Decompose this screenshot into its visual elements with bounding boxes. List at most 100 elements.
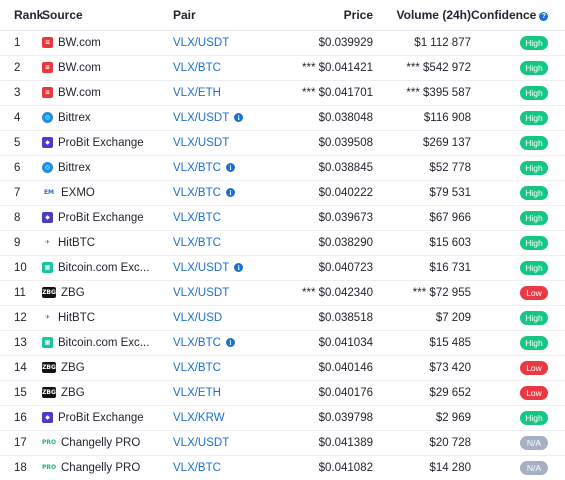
pair-link[interactable]: VLX/BTC (173, 462, 221, 474)
source-name[interactable]: ZBG (61, 362, 85, 374)
source-name[interactable]: EXMO (61, 187, 95, 199)
table-row[interactable]: 11 ZBG ZBG VLX/USDT *** $0.042340 *** $7… (0, 280, 565, 306)
confidence-header[interactable]: Confidence? (471, 0, 565, 31)
source-cell[interactable]: ZBG ZBG (40, 380, 173, 406)
source-cell[interactable]: ▦ Bitcoin.com Exc... (40, 255, 173, 281)
table-row[interactable]: 7 EM EXMO VLX/BTC i $0.040222 $79 531 Hig… (0, 180, 565, 206)
table-row[interactable]: 17 PRO Changelly PRO VLX/USDT $0.041389 … (0, 430, 565, 456)
pair-link[interactable]: VLX/BTC (173, 62, 221, 74)
pair-link[interactable]: VLX/USD (173, 312, 222, 324)
pair-link[interactable]: VLX/USDT (173, 137, 229, 149)
table-row[interactable]: 4 ◎ Bittrex VLX/USDT i $0.038048 $116 908… (0, 105, 565, 131)
source-name[interactable]: HitBTC (58, 237, 95, 249)
source-cell[interactable]: PRO Changelly PRO (40, 430, 173, 456)
source-cell[interactable]: ◆ ProBit Exchange (40, 205, 173, 231)
source-cell[interactable]: ◆ ProBit Exchange (40, 130, 173, 156)
source-name[interactable]: Changelly PRO (61, 462, 140, 474)
table-row[interactable]: 15 ZBG ZBG VLX/ETH $0.040176 $29 652 Low (0, 380, 565, 406)
pair-cell[interactable]: VLX/ETH (173, 80, 266, 106)
table-row[interactable]: 5 ◆ ProBit Exchange VLX/USDT $0.039508 $… (0, 130, 565, 156)
source-cell[interactable]: PRO Changelly PRO (40, 455, 173, 480)
pair-cell[interactable]: VLX/BTC i (173, 330, 266, 356)
pair-cell[interactable]: VLX/ETH (173, 380, 266, 406)
source-name[interactable]: Bitcoin.com Exc... (58, 262, 149, 274)
source-name[interactable]: Bittrex (58, 112, 91, 124)
source-cell[interactable]: ≡ BW.com (40, 80, 173, 106)
pair-link[interactable]: VLX/BTC (173, 362, 221, 374)
source-name[interactable]: BW.com (58, 87, 101, 99)
pair-link[interactable]: VLX/ETH (173, 87, 221, 99)
info-icon[interactable]: i (234, 263, 244, 272)
pair-link[interactable]: VLX/USDT (173, 262, 229, 274)
pair-cell[interactable]: VLX/KRW (173, 405, 266, 431)
source-cell[interactable]: ◎ Bittrex (40, 105, 173, 131)
pair-link[interactable]: VLX/USDT (173, 37, 229, 49)
pair-link[interactable]: VLX/BTC (173, 212, 221, 224)
pair-cell[interactable]: VLX/USDT (173, 280, 266, 306)
pair-cell[interactable]: VLX/USDT (173, 430, 266, 456)
source-name[interactable]: ZBG (61, 287, 85, 299)
rank-header[interactable]: Rank (0, 0, 43, 31)
source-name[interactable]: ProBit Exchange (58, 137, 144, 149)
pair-link[interactable]: VLX/USDT (173, 112, 229, 124)
pair-link[interactable]: VLX/BTC (173, 162, 221, 174)
source-name[interactable]: Bittrex (58, 162, 91, 174)
source-cell[interactable]: ZBG ZBG (40, 280, 173, 306)
pair-link[interactable]: VLX/ETH (173, 387, 221, 399)
source-cell[interactable]: ZBG ZBG (40, 355, 173, 381)
source-name[interactable]: Bitcoin.com Exc... (58, 337, 149, 349)
table-row[interactable]: 6 ◎ Bittrex VLX/BTC i $0.038845 $52 778 H… (0, 155, 565, 181)
source-name[interactable]: BW.com (58, 62, 101, 74)
pair-header[interactable]: Pair (173, 0, 266, 31)
source-header[interactable]: Source (40, 0, 173, 31)
info-icon[interactable]: i (234, 113, 244, 122)
pair-cell[interactable]: VLX/BTC (173, 205, 266, 231)
info-icon[interactable]: i (225, 188, 235, 197)
pair-link[interactable]: VLX/USDT (173, 287, 229, 299)
pair-link[interactable]: VLX/BTC (173, 337, 221, 349)
source-cell[interactable]: EM EXMO (40, 180, 173, 206)
table-row[interactable]: 3 ≡ BW.com VLX/ETH *** $0.041701 *** $39… (0, 80, 565, 106)
table-row[interactable]: 8 ◆ ProBit Exchange VLX/BTC $0.039673 $6… (0, 205, 565, 231)
pair-cell[interactable]: VLX/USDT (173, 30, 266, 56)
pair-cell[interactable]: VLX/BTC (173, 455, 266, 480)
pair-cell[interactable]: VLX/BTC i (173, 155, 266, 181)
source-cell[interactable]: ◎ Bittrex (40, 155, 173, 181)
pair-link[interactable]: VLX/USDT (173, 437, 229, 449)
source-name[interactable]: Changelly PRO (61, 437, 140, 449)
source-cell[interactable]: ▦ Bitcoin.com Exc... (40, 330, 173, 356)
table-row[interactable]: 16 ◆ ProBit Exchange VLX/KRW $0.039798 $… (0, 405, 565, 431)
info-icon[interactable]: i (225, 338, 235, 347)
pair-cell[interactable]: VLX/BTC i (173, 180, 266, 206)
table-row[interactable]: 12 ✈ HitBTC VLX/USD $0.038518 $7 209 Hig… (0, 305, 565, 331)
confidence-info-icon[interactable]: ? (539, 11, 549, 21)
pair-cell[interactable]: VLX/BTC (173, 355, 266, 381)
source-name[interactable]: HitBTC (58, 312, 95, 324)
pair-cell[interactable]: VLX/BTC (173, 55, 266, 81)
info-icon[interactable]: i (225, 163, 235, 172)
volume-header[interactable]: Volume (24h) (373, 0, 471, 31)
pair-cell[interactable]: VLX/USDT i (173, 255, 266, 281)
table-row[interactable]: 1 ≡ BW.com VLX/USDT $0.039929 $1 112 877… (0, 30, 565, 56)
pair-cell[interactable]: VLX/BTC (173, 230, 266, 256)
pair-cell[interactable]: VLX/USDT i (173, 105, 266, 131)
pair-link[interactable]: VLX/BTC (173, 187, 221, 199)
source-cell[interactable]: ≡ BW.com (40, 55, 173, 81)
pair-cell[interactable]: VLX/USD (173, 305, 266, 331)
source-cell[interactable]: ✈ HitBTC (40, 305, 173, 331)
table-row[interactable]: 9 ✈ HitBTC VLX/BTC $0.038290 $15 603 Hig… (0, 230, 565, 256)
source-name[interactable]: ProBit Exchange (58, 212, 144, 224)
source-cell[interactable]: ✈ HitBTC (40, 230, 173, 256)
pair-link[interactable]: VLX/KRW (173, 412, 225, 424)
source-cell[interactable]: ◆ ProBit Exchange (40, 405, 173, 431)
table-row[interactable]: 14 ZBG ZBG VLX/BTC $0.040146 $73 420 Low (0, 355, 565, 381)
source-name[interactable]: BW.com (58, 37, 101, 49)
table-row[interactable]: 2 ≡ BW.com VLX/BTC *** $0.041421 *** $54… (0, 55, 565, 81)
source-name[interactable]: ZBG (61, 387, 85, 399)
source-cell[interactable]: ≡ BW.com (40, 30, 173, 56)
table-row[interactable]: 18 PRO Changelly PRO VLX/BTC $0.041082 $… (0, 455, 565, 480)
pair-link[interactable]: VLX/BTC (173, 237, 221, 249)
table-row[interactable]: 13 ▦ Bitcoin.com Exc... VLX/BTC i $0.0410… (0, 330, 565, 356)
price-header[interactable]: Price (266, 0, 373, 31)
table-row[interactable]: 10 ▦ Bitcoin.com Exc... VLX/USDT i $0.040… (0, 255, 565, 281)
